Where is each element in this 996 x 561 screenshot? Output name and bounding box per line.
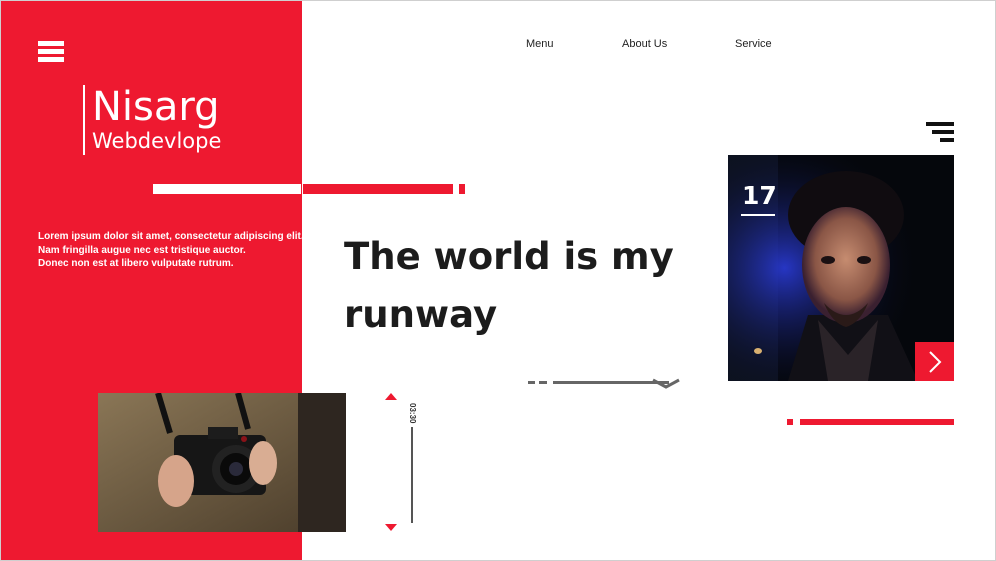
progress-bar-red (303, 184, 453, 194)
stacked-lines-icon[interactable] (926, 122, 954, 144)
scroll-indicator[interactable] (528, 376, 688, 392)
triangle-down-icon[interactable] (385, 524, 397, 531)
camera-photo (98, 393, 346, 532)
intro-line: Lorem ipsum dolor sit amet, consectetur … (38, 231, 304, 242)
brand-name: Nisarg (92, 84, 220, 130)
hero-headline: The world is my runway (344, 228, 674, 344)
triangle-up-icon[interactable] (385, 393, 397, 400)
progress-bar-red (800, 419, 954, 425)
date-number: 17 (742, 181, 777, 210)
date-underline (741, 214, 775, 216)
nav-item-menu[interactable]: Menu (526, 38, 554, 50)
chevron-down-icon (652, 378, 680, 389)
nav-item-service[interactable]: Service (735, 38, 772, 50)
headline-line: The world is my (344, 235, 674, 278)
intro-text: Lorem ipsum dolor sit amet, consectetur … (38, 230, 304, 271)
nav-item-about-us[interactable]: About Us (622, 38, 667, 50)
chevron-right-icon (929, 351, 942, 373)
next-button[interactable] (915, 342, 954, 381)
progress-bar-white (153, 184, 301, 194)
progress-bar-red-dot (459, 184, 465, 194)
intro-line: Donec non est at libero vulputate rutrum… (38, 258, 234, 269)
headline-line: runway (344, 293, 498, 336)
hamburger-menu-icon[interactable] (38, 41, 64, 63)
vertical-slider-track[interactable] (411, 427, 413, 523)
page-frame: Nisarg Webdevlope Lorem ipsum dolor sit … (0, 0, 996, 561)
progress-bar-red-dot (787, 419, 793, 425)
brand-subtitle: Webdevlope (92, 129, 222, 153)
slider-time-label: 03:30 (408, 403, 417, 424)
intro-line: Nam fringilla augue nec est tristique au… (38, 244, 246, 256)
brand-logo: Nisarg Webdevlope (83, 85, 221, 155)
